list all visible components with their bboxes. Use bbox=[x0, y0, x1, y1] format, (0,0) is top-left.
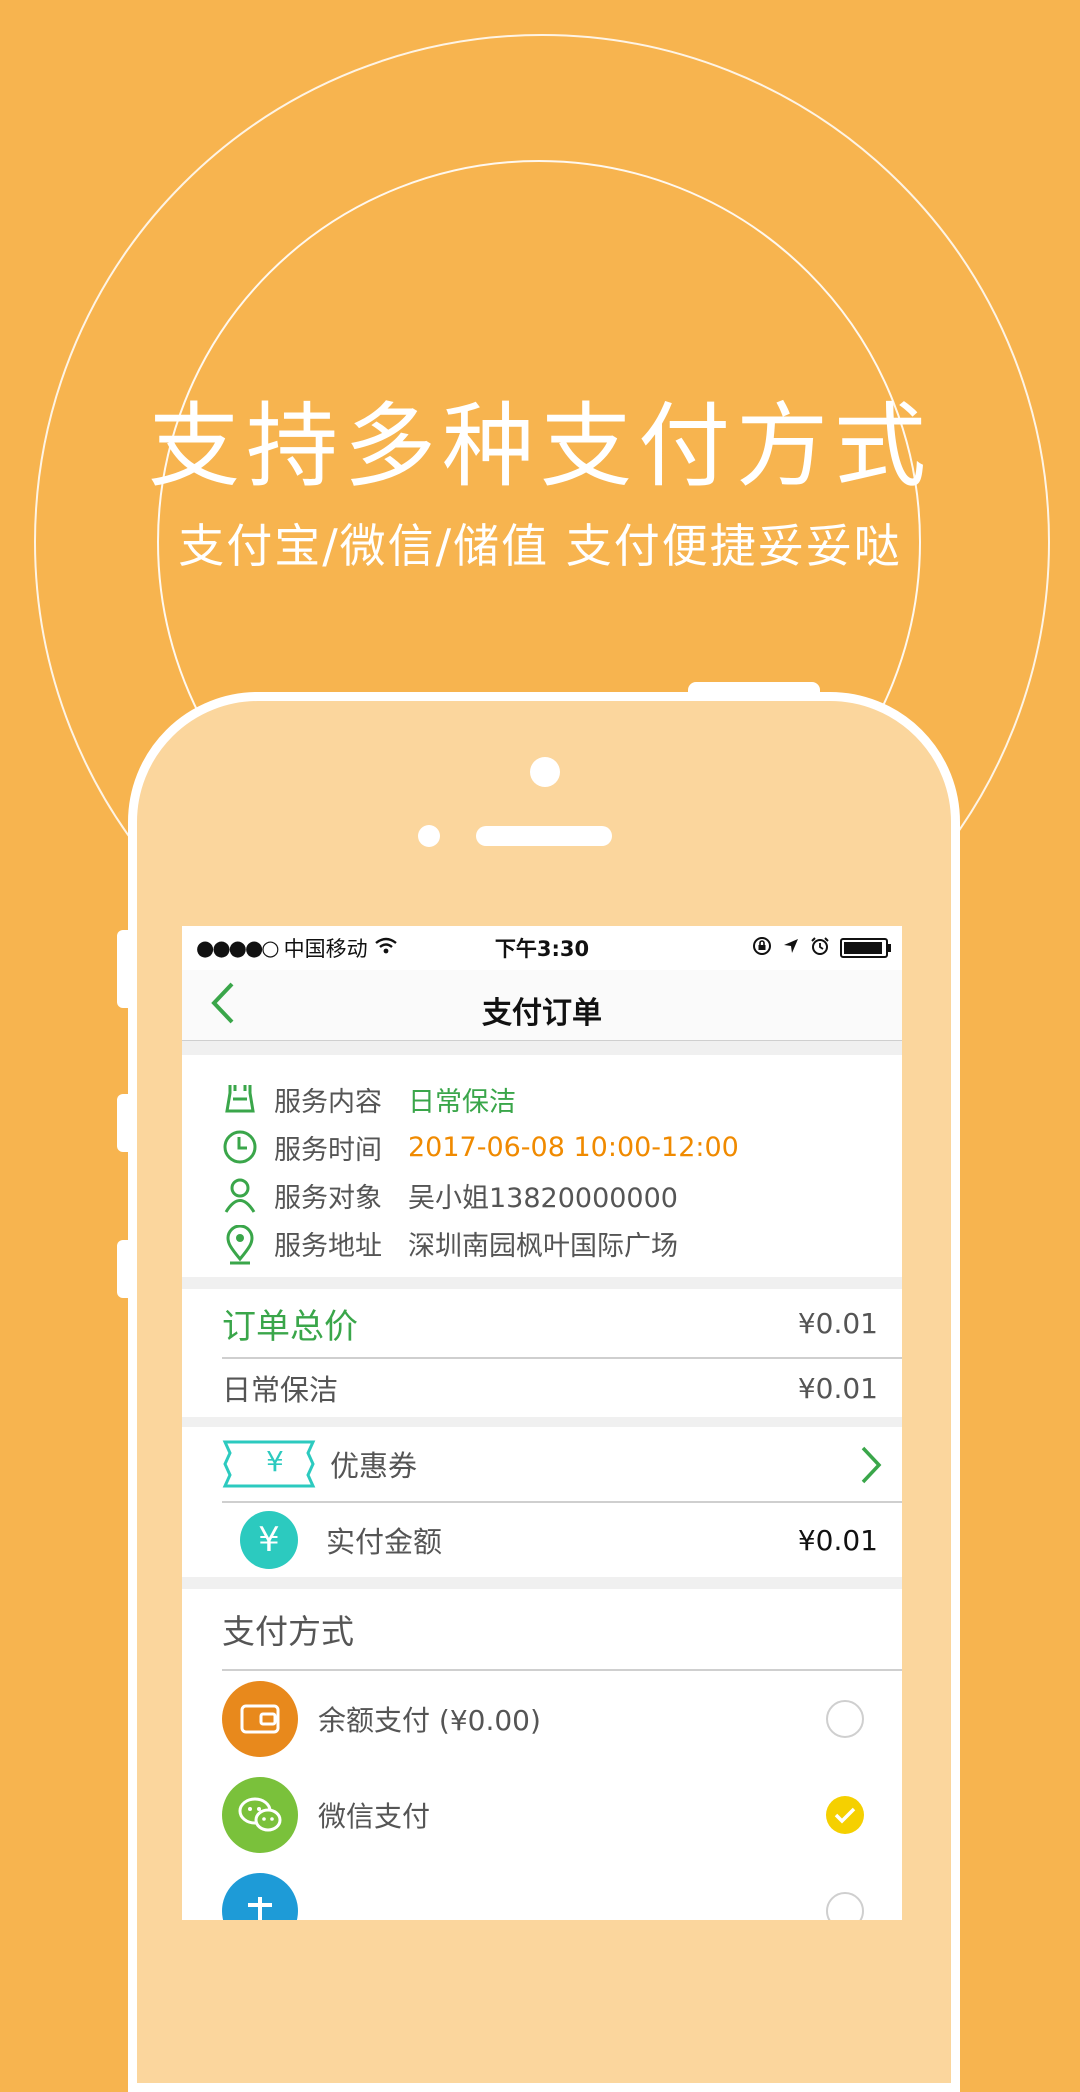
order-total-amount: ¥0.01 bbox=[797, 1306, 878, 1340]
coupon-row[interactable]: ¥ 优惠券 bbox=[182, 1427, 902, 1501]
battery-icon bbox=[840, 938, 891, 958]
service-content-row: 服务内容 日常保洁 bbox=[182, 1075, 902, 1123]
payment-method-wechat[interactable]: 微信支付 bbox=[182, 1767, 902, 1863]
status-bar: ●●●●○ 中国移动 下午3:30 bbox=[182, 926, 902, 970]
radio-selected-check-icon[interactable] bbox=[826, 1796, 864, 1834]
rotation-lock-icon bbox=[752, 936, 772, 961]
payment-method-label: 余额支付 (¥0.00) bbox=[318, 1704, 541, 1737]
cleaning-icon bbox=[222, 1081, 258, 1117]
location-icon bbox=[222, 1224, 258, 1265]
order-item-label: 日常保洁 bbox=[222, 1373, 339, 1407]
coupon-label: 优惠券 bbox=[330, 1449, 418, 1483]
phone-speaker bbox=[476, 826, 612, 846]
service-address-row: 服务地址 深圳南园枫叶国际广场 bbox=[182, 1219, 902, 1267]
payment-section-title: 支付方式 bbox=[222, 1612, 354, 1651]
order-total-label: 订单总价 bbox=[222, 1306, 358, 1347]
service-person-row: 服务对象 吴小姐13820000000 bbox=[182, 1171, 902, 1219]
phone-sensor bbox=[418, 825, 440, 847]
alipay-icon bbox=[222, 1873, 298, 1920]
service-time-row: 服务时间 2017-06-08 10:00-12:00 bbox=[182, 1123, 902, 1171]
actual-payment-amount: ¥0.01 bbox=[797, 1523, 878, 1557]
order-item-row: 日常保洁 ¥0.01 bbox=[182, 1359, 902, 1417]
payment-section-header: 支付方式 bbox=[182, 1589, 902, 1669]
chevron-right-icon[interactable] bbox=[860, 1445, 882, 1489]
service-address-label: 服务地址 bbox=[274, 1230, 382, 1262]
wechat-icon bbox=[222, 1777, 298, 1853]
service-info: 服务内容 日常保洁 服务时间 2017-06-08 10:00-12:00 服务… bbox=[182, 1055, 902, 1277]
order-total-row: 订单总价 ¥0.01 bbox=[182, 1289, 902, 1357]
service-person-value: 吴小姐13820000000 bbox=[408, 1182, 678, 1214]
person-icon bbox=[222, 1177, 258, 1213]
yen-symbol: ¥ bbox=[258, 1520, 280, 1560]
page-title: 支付订单 bbox=[482, 996, 602, 1031]
section-divider bbox=[182, 1277, 902, 1289]
hero-title: 支持多种支付方式 bbox=[147, 393, 932, 500]
service-address-value: 深圳南园枫叶国际广场 bbox=[408, 1230, 678, 1262]
yen-circle-icon: ¥ bbox=[240, 1511, 298, 1569]
radio-unselected[interactable] bbox=[826, 1700, 864, 1738]
clock-icon bbox=[222, 1129, 258, 1165]
alarm-icon bbox=[810, 936, 830, 961]
service-time-value: 2017-06-08 10:00-12:00 bbox=[408, 1131, 739, 1163]
phone-camera bbox=[530, 757, 560, 787]
section-divider bbox=[182, 1041, 902, 1055]
phone-screen: ●●●●○ 中国移动 下午3:30 支付订单 服务内容 日常保洁 服务时间 20… bbox=[182, 926, 902, 1920]
section-divider bbox=[182, 1417, 902, 1427]
payment-method-balance[interactable]: 余额支付 (¥0.00) bbox=[182, 1671, 902, 1767]
order-item-amount: ¥0.01 bbox=[797, 1371, 878, 1405]
section-divider bbox=[182, 1577, 902, 1589]
location-arrow-icon bbox=[782, 936, 800, 960]
coupon-yen-symbol: ¥ bbox=[266, 1445, 284, 1478]
payment-method-label: 微信支付 bbox=[318, 1800, 431, 1833]
radio-unselected[interactable] bbox=[826, 1892, 864, 1920]
payment-method-alipay[interactable] bbox=[182, 1863, 902, 1920]
hero-subtitle: 支付宝/微信/储值 支付便捷妥妥哒 bbox=[178, 519, 902, 573]
actual-payment-label: 实付金额 bbox=[326, 1525, 443, 1559]
service-content-value: 日常保洁 bbox=[408, 1086, 516, 1118]
service-time-label: 服务时间 bbox=[274, 1134, 382, 1166]
service-content-label: 服务内容 bbox=[274, 1086, 382, 1118]
wallet-icon bbox=[222, 1681, 298, 1757]
service-person-label: 服务对象 bbox=[274, 1182, 382, 1214]
actual-payment-row: ¥ 实付金额 ¥0.01 bbox=[182, 1503, 902, 1577]
battery-level bbox=[844, 942, 882, 954]
nav-bar: 支付订单 bbox=[182, 970, 902, 1041]
